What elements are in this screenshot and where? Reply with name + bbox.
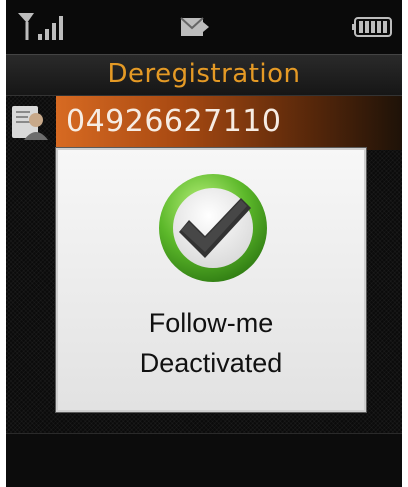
- list-item-label: 04926627110: [66, 104, 282, 139]
- message-envelope-icon: [180, 17, 209, 36]
- title-bar: Deregistration: [6, 54, 402, 96]
- battery-icon: [352, 17, 392, 37]
- dialog-message-line2: Deactivated: [139, 348, 283, 378]
- status-bar: [6, 0, 402, 54]
- signal-strength-icon: [18, 13, 63, 40]
- confirmation-dialog: Follow-me Deactivated: [56, 148, 366, 412]
- contact-icon: [12, 106, 48, 140]
- list-item[interactable]: 04926627110: [6, 96, 402, 150]
- softkey-bar: [6, 433, 402, 487]
- checkmark-icon: [159, 174, 267, 282]
- dialog-message-line1: Follow-me: [148, 308, 274, 338]
- phone-screen: Deregistration 04926627110 Follow-me Dea…: [6, 0, 402, 487]
- page-title: Deregistration: [107, 59, 301, 89]
